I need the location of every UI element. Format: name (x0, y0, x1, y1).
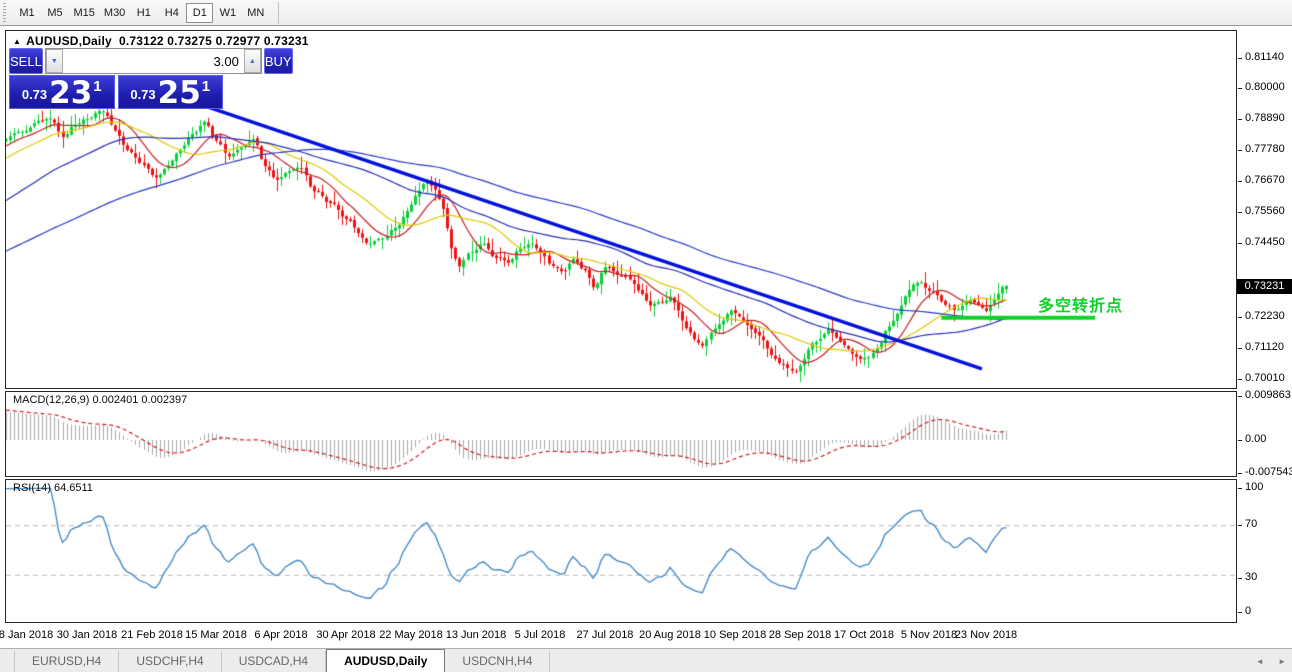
tf-button-m30[interactable]: M30 (100, 3, 129, 23)
price-tick-label: 0.80000 (1245, 81, 1285, 93)
price-tick-label: 0.77780 (1245, 143, 1285, 155)
sell-price-prefix: 0.73 (22, 87, 47, 102)
date-tick-label: 30 Jan 2018 (52, 629, 122, 641)
date-tick-label: 5 Jul 2018 (505, 629, 575, 641)
date-tick-label: 15 Mar 2018 (181, 629, 251, 641)
chart-window: ▲ AUDUSD,Daily 0.73122 0.73275 0.72977 0.… (0, 26, 1292, 648)
price-tick-label: 0.70010 (1245, 372, 1285, 384)
date-tick-label: 22 May 2018 (376, 629, 446, 641)
rsi-axis-label: 30 (1245, 571, 1257, 583)
macd-axis-label: 0.00 (1245, 433, 1266, 445)
sell-price-big: 23 (49, 80, 92, 106)
tab-usdcnh-h4[interactable]: USDCNH,H4 (445, 651, 550, 672)
chart-tab-bar: EURUSD,H4 USDCHF,H4 USDCAD,H4 AUDUSD,Dai… (0, 648, 1292, 672)
tf-button-h1[interactable]: H1 (130, 3, 157, 23)
volume-stepper: ▼ ▲ (45, 48, 262, 74)
tf-button-h4[interactable]: H4 (158, 3, 185, 23)
date-tick-label: 21 Feb 2018 (117, 629, 187, 641)
scroll-left-icon[interactable]: ◄ (1256, 657, 1264, 666)
sell-price-button[interactable]: 0.73 23 1 (9, 75, 115, 109)
price-tick-label: 0.74450 (1245, 236, 1285, 248)
date-tick-label: 17 Oct 2018 (829, 629, 899, 641)
tf-button-d1[interactable]: D1 (186, 3, 213, 23)
rsi-panel: RSI(14) 64.6511 (5, 479, 1237, 623)
date-tick-label: 10 Sep 2018 (700, 629, 770, 641)
rsi-axis-label: 100 (1245, 481, 1263, 493)
buy-button[interactable]: BUY (264, 48, 293, 74)
sell-button[interactable]: SELL (9, 48, 43, 74)
turning-point-annotation: 多空转折点 (1038, 292, 1123, 316)
price-tick-label: 0.76670 (1245, 174, 1285, 186)
current-price-badge: 0.73231 (1237, 279, 1292, 294)
rsi-axis-label: 70 (1245, 518, 1257, 530)
tf-button-m5[interactable]: M5 (42, 3, 69, 23)
price-tick-label: 0.75560 (1245, 205, 1285, 217)
tab-usdcad-h4[interactable]: USDCAD,H4 (222, 651, 326, 672)
buy-price-big: 25 (158, 80, 201, 106)
macd-axis-label: 0.009863 (1245, 389, 1291, 401)
date-tick-label: 27 Jul 2018 (570, 629, 640, 641)
price-tick-label: 0.72230 (1245, 310, 1285, 322)
volume-increase-icon[interactable]: ▲ (244, 49, 261, 73)
tf-button-w1[interactable]: W1 (214, 3, 241, 23)
date-tick-label: 23 Nov 2018 (951, 629, 1021, 641)
macd-label: MACD(12,26,9) 0.002401 0.002397 (13, 394, 187, 406)
tf-button-m1[interactable]: M1 (14, 3, 41, 23)
toolbar-grip-icon[interactable] (2, 3, 7, 23)
macd-canvas[interactable] (6, 392, 1236, 476)
mt4-window: M1 M5 M15 M30 H1 H4 D1 W1 MN ▲ AUDUSD,Dai… (0, 0, 1292, 672)
main-chart-panel: ▲ AUDUSD,Daily 0.73122 0.73275 0.72977 0.… (5, 30, 1237, 389)
price-tick-label: 0.71120 (1245, 341, 1284, 353)
price-tick-label: 0.78890 (1245, 112, 1285, 124)
chart-title: ▲ AUDUSD,Daily 0.73122 0.73275 0.72977 0.… (13, 34, 309, 48)
tab-scroll-arrows: ◄ ► (1244, 657, 1286, 666)
collapse-triangle-icon[interactable]: ▲ (13, 37, 21, 46)
rsi-label: RSI(14) 64.6511 (13, 482, 93, 494)
volume-input[interactable] (63, 49, 244, 73)
macd-panel: MACD(12,26,9) 0.002401 0.002397 (5, 391, 1237, 477)
tab-eurusd-h4[interactable]: EURUSD,H4 (14, 651, 119, 672)
rsi-canvas[interactable] (6, 480, 1236, 622)
volume-decrease-icon[interactable]: ▼ (46, 49, 63, 73)
tf-button-mn[interactable]: MN (242, 3, 269, 23)
sell-price-pip: 1 (93, 78, 101, 95)
tab-usdchf-h4[interactable]: USDCHF,H4 (119, 651, 221, 672)
buy-price-prefix: 0.73 (130, 87, 155, 102)
toolbar-separator (278, 2, 279, 24)
date-tick-label: 13 Jun 2018 (441, 629, 511, 641)
scroll-right-icon[interactable]: ► (1278, 657, 1286, 666)
tf-button-m15[interactable]: M15 (70, 3, 99, 23)
rsi-axis-label: 0 (1245, 605, 1251, 617)
date-tick-label: 28 Sep 2018 (765, 629, 835, 641)
date-tick-label: 6 Apr 2018 (246, 629, 316, 641)
timeframe-toolbar: M1 M5 M15 M30 H1 H4 D1 W1 MN (0, 0, 1292, 26)
chart-ohlc-values: 0.73122 0.73275 0.72977 0.73231 (119, 34, 309, 48)
buy-price-pip: 1 (202, 78, 210, 95)
price-tick-label: 0.81140 (1245, 51, 1284, 63)
date-tick-label: 20 Aug 2018 (635, 629, 705, 641)
macd-axis-label: -0.007543 (1245, 466, 1292, 478)
chart-symbol-label: AUDUSD,Daily (26, 34, 112, 48)
date-axis[interactable]: 8 Jan 2018 30 Jan 2018 21 Feb 2018 15 Ma… (0, 623, 1237, 648)
price-scale[interactable]: 0.81140 0.80000 0.78890 0.77780 0.76670 … (1237, 26, 1292, 648)
buy-price-button[interactable]: 0.73 25 1 (118, 75, 224, 109)
one-click-trade-panel: SELL ▼ ▲ BUY 0.73 23 1 0.73 (9, 48, 223, 109)
tab-audusd-daily[interactable]: AUDUSD,Daily (326, 649, 445, 672)
date-tick-label: 30 Apr 2018 (311, 629, 381, 641)
